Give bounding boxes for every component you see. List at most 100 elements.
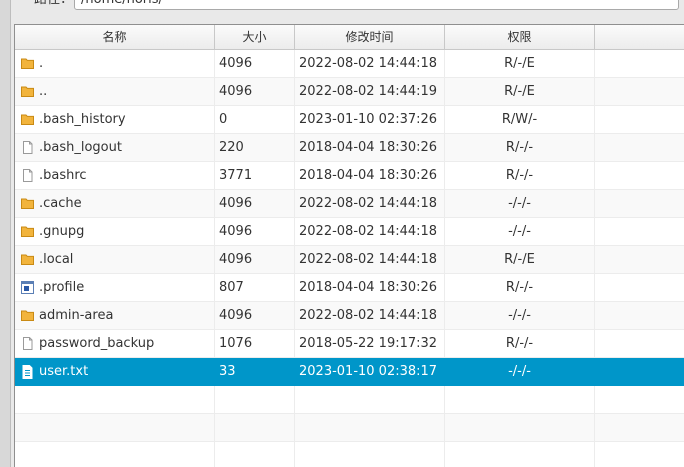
filler-cell <box>595 246 684 273</box>
empty-row <box>15 414 684 442</box>
folder-icon <box>21 57 34 69</box>
table-row[interactable]: .. 4096 2022-08-02 14:44:19 R/-/E <box>15 78 684 106</box>
column-header-permissions[interactable]: 权限 <box>445 25 595 49</box>
table-header: 名称 大小 修改时间 权限 <box>15 25 684 50</box>
window-file-icon <box>21 281 34 294</box>
file-size: 4096 <box>215 50 295 77</box>
table-row[interactable]: .cache 4096 2022-08-02 14:44:18 -/-/- <box>15 190 684 218</box>
filler-cell <box>595 190 684 217</box>
empty-cell <box>295 442 445 467</box>
empty-cell <box>215 386 295 413</box>
filler-cell <box>595 134 684 161</box>
folder-icon <box>21 113 34 125</box>
table-row[interactable]: .local 4096 2022-08-02 14:44:18 R/-/E <box>15 246 684 274</box>
empty-cell <box>215 442 295 467</box>
file-name: user.txt <box>39 364 89 379</box>
filler-cell <box>595 50 684 77</box>
file-size: 4096 <box>215 190 295 217</box>
empty-cell <box>215 414 295 441</box>
file-permissions: -/-/- <box>445 218 595 245</box>
file-modified: 2023-01-10 02:37:26 <box>295 106 445 133</box>
file-name: .bash_logout <box>39 140 122 155</box>
folder-icon <box>21 85 34 97</box>
file-size: 4096 <box>215 218 295 245</box>
table-row[interactable]: .gnupg 4096 2022-08-02 14:44:18 -/-/- <box>15 218 684 246</box>
file-name: password_backup <box>39 336 155 351</box>
file-modified: 2023-01-10 02:38:17 <box>295 358 445 385</box>
column-header-modified[interactable]: 修改时间 <box>295 25 445 49</box>
file-size: 4096 <box>215 78 295 105</box>
file-name: admin-area <box>39 308 114 323</box>
empty-cell <box>15 414 215 441</box>
file-permissions: R/W/- <box>445 106 595 133</box>
file-table: 名称 大小 修改时间 权限 . 4096 2022-08-02 14:44:18 R/… <box>14 24 684 467</box>
file-permissions: R/-/- <box>445 330 595 357</box>
empty-cell <box>295 386 445 413</box>
file-icon <box>21 141 34 154</box>
table-row[interactable]: . 4096 2022-08-02 14:44:18 R/-/E <box>15 50 684 78</box>
file-size: 4096 <box>215 246 295 273</box>
file-modified: 2022-08-02 14:44:18 <box>295 218 445 245</box>
file-permissions: -/-/- <box>445 302 595 329</box>
empty-cell <box>15 442 215 467</box>
folder-icon <box>21 225 34 237</box>
path-label: 路径： <box>34 0 73 8</box>
empty-cell <box>445 442 595 467</box>
file-permissions: -/-/- <box>445 358 595 385</box>
file-name: .bashrc <box>39 168 87 183</box>
file-modified: 2018-04-04 18:30:26 <box>295 274 445 301</box>
column-header-filler <box>595 25 684 49</box>
table-row[interactable]: password_backup 1076 2018-05-22 19:17:32 R/… <box>15 330 684 358</box>
file-name: .gnupg <box>39 224 85 239</box>
empty-cell <box>595 386 684 413</box>
file-permissions: R/-/- <box>445 274 595 301</box>
file-name-cell: .bashrc <box>15 162 215 189</box>
file-modified: 2022-08-02 14:44:18 <box>295 50 445 77</box>
file-size: 4096 <box>215 302 295 329</box>
file-name-cell: .cache <box>15 190 215 217</box>
file-permissions: R/-/E <box>445 50 595 77</box>
table-row[interactable]: .bashrc 3771 2018-04-04 18:30:26 R/-/- <box>15 162 684 190</box>
filler-cell <box>595 358 684 385</box>
file-size: 0 <box>215 106 295 133</box>
file-size: 33 <box>215 358 295 385</box>
file-icon <box>21 337 34 350</box>
file-name: .profile <box>39 280 85 295</box>
folder-icon <box>21 253 34 265</box>
table-row[interactable]: .bash_logout 220 2018-04-04 18:30:26 R/-/- <box>15 134 684 162</box>
file-name-cell: .profile <box>15 274 215 301</box>
file-size: 1076 <box>215 330 295 357</box>
file-permissions: R/-/- <box>445 134 595 161</box>
filler-cell <box>595 302 684 329</box>
filler-cell <box>595 162 684 189</box>
file-name-cell: .bash_history <box>15 106 215 133</box>
text-file-icon <box>21 365 34 379</box>
empty-cell <box>595 414 684 441</box>
file-modified: 2022-08-02 14:44:18 <box>295 246 445 273</box>
file-permissions: -/-/- <box>445 190 595 217</box>
file-modified: 2022-08-02 14:44:18 <box>295 302 445 329</box>
column-header-name[interactable]: 名称 <box>15 25 215 49</box>
path-input[interactable]: /home/noris/ <box>74 0 679 10</box>
file-modified: 2022-08-02 14:44:19 <box>295 78 445 105</box>
file-name: .cache <box>39 196 82 211</box>
file-icon <box>21 169 34 182</box>
file-permissions: R/-/E <box>445 246 595 273</box>
empty-row <box>15 442 684 467</box>
column-header-size[interactable]: 大小 <box>215 25 295 49</box>
table-row[interactable]: user.txt 33 2023-01-10 02:38:17 -/-/- <box>15 358 684 386</box>
file-name: .. <box>39 84 48 99</box>
table-row[interactable]: admin-area 4096 2022-08-02 14:44:18 -/-/- <box>15 302 684 330</box>
file-name-cell: .local <box>15 246 215 273</box>
file-name-cell: .gnupg <box>15 218 215 245</box>
table-row[interactable]: .bash_history 0 2023-01-10 02:37:26 R/W/- <box>15 106 684 134</box>
empty-cell <box>445 386 595 413</box>
file-permissions: R/-/E <box>445 78 595 105</box>
filler-cell <box>595 106 684 133</box>
folder-icon <box>21 309 34 321</box>
left-panel-edge <box>0 0 11 467</box>
file-name: .bash_history <box>39 112 126 127</box>
table-row[interactable]: .profile 807 2018-04-04 18:30:26 R/-/- <box>15 274 684 302</box>
file-name: . <box>39 56 44 71</box>
empty-cell <box>295 414 445 441</box>
